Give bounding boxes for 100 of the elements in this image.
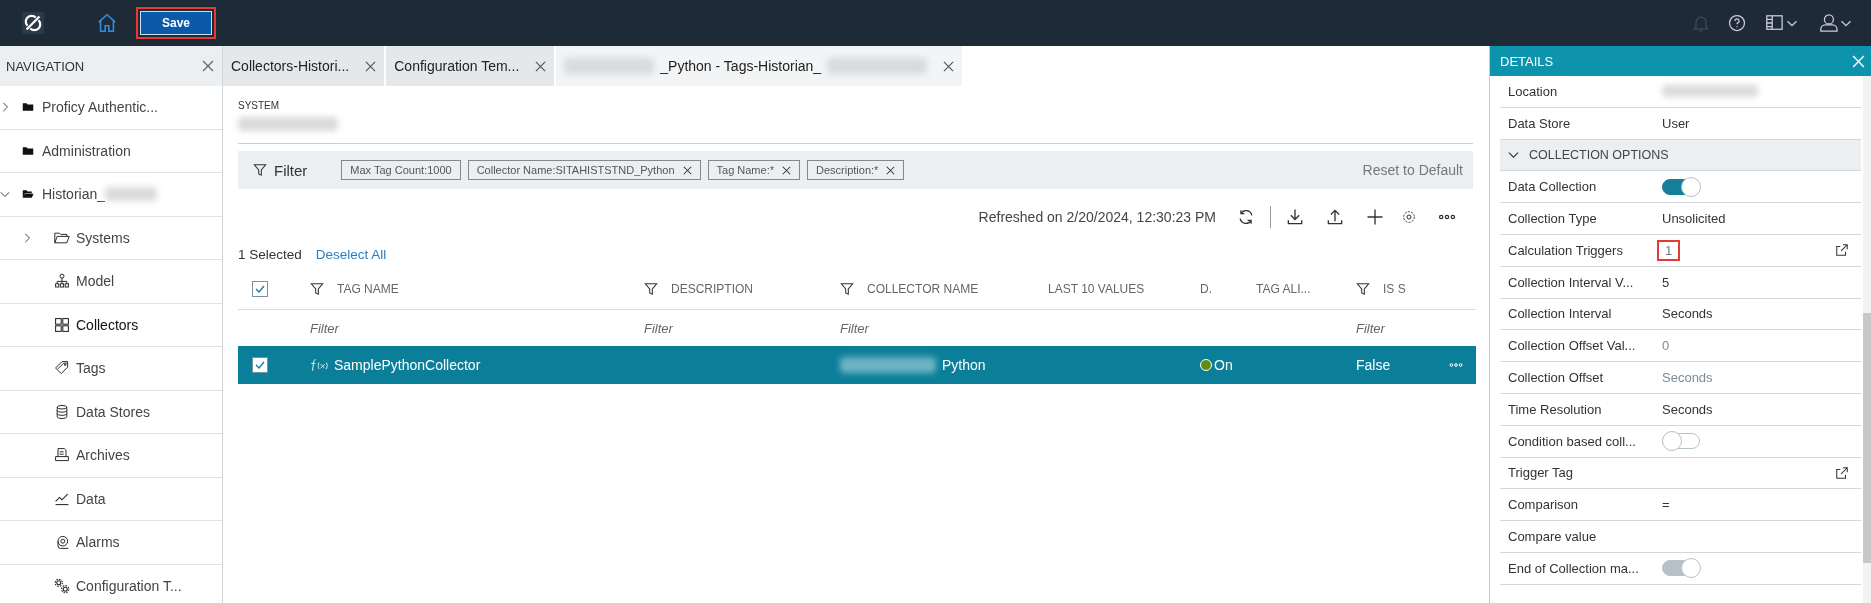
chevron-right-icon[interactable]	[0, 101, 10, 114]
close-icon[interactable]	[535, 60, 547, 72]
function-icon	[310, 358, 328, 372]
filter-icon[interactable]	[253, 163, 267, 177]
toggle-switch[interactable]	[1662, 433, 1700, 450]
open-folder-icon	[22, 188, 34, 201]
nav-item[interactable]: Systems	[0, 216, 222, 260]
close-icon[interactable]	[943, 60, 955, 72]
nav-label: Model	[76, 273, 115, 290]
help-icon[interactable]	[1727, 13, 1747, 33]
column-header[interactable]: DESCRIPTION	[671, 282, 753, 296]
refresh-timestamp: Refreshed on 2/20/2024, 12:30:23 PM	[978, 209, 1216, 225]
database-icon	[54, 403, 70, 420]
nav-label: Archives	[76, 447, 130, 464]
toggle-switch[interactable]	[1662, 178, 1700, 195]
upload-icon[interactable]	[1325, 207, 1345, 227]
column-header[interactable]: COLLECTOR NAME	[867, 282, 979, 296]
alarm-icon	[54, 534, 70, 551]
archive-icon	[54, 447, 70, 464]
property-label: Data Store	[1508, 115, 1572, 131]
remove-icon[interactable]	[886, 165, 896, 175]
column-header[interactable]: LAST 10 VALUES	[1048, 282, 1145, 296]
property-value: =	[1661, 496, 1671, 514]
nav-label: Systems	[76, 229, 130, 246]
column-header[interactable]: TAG NAME	[337, 282, 399, 296]
folder-icon	[22, 144, 34, 157]
property-label: Calculation Triggers	[1508, 242, 1624, 258]
logo-icon[interactable]	[22, 12, 44, 34]
nav-item[interactable]: Alarms	[0, 521, 222, 565]
nav-label: Historian_	[42, 186, 106, 203]
filter-icon[interactable]	[644, 282, 658, 296]
chevron-down-icon[interactable]	[1508, 149, 1519, 161]
nav-item[interactable]: Data	[0, 477, 222, 521]
nav-item[interactable]: Collectors	[0, 303, 222, 347]
nav-item[interactable]: Model	[0, 260, 222, 304]
filter-field[interactable]: Filter	[644, 320, 832, 336]
add-icon[interactable]	[1365, 207, 1385, 227]
property-label: Trigger Tag	[1508, 465, 1575, 481]
nav-label: Tags	[76, 360, 106, 377]
home-icon[interactable]	[96, 12, 118, 34]
nav-label: Configuration T...	[76, 577, 182, 594]
nav-item[interactable]: Proficy Authentic...	[0, 86, 222, 130]
nav-label: Alarms	[76, 534, 120, 551]
property-label: Location	[1508, 83, 1559, 99]
grid-icon	[54, 316, 70, 333]
tab[interactable]: _Python - Tags-Historian_	[556, 46, 963, 86]
save-button[interactable]: Save	[136, 7, 217, 39]
nav-item[interactable]: Configuration T...	[0, 564, 222, 603]
remove-icon[interactable]	[782, 165, 791, 175]
nav-item[interactable]: Data Stores	[0, 390, 222, 434]
close-icon[interactable]	[202, 60, 214, 72]
table-cell: False	[1356, 357, 1391, 373]
tag-icon	[54, 360, 70, 377]
filter-icon[interactable]	[840, 282, 854, 296]
checkmark-icon	[254, 283, 266, 295]
nav-label: Data	[76, 490, 106, 507]
property-value: User	[1661, 114, 1691, 132]
column-header[interactable]: TAG ALI...	[1256, 282, 1311, 296]
tab[interactable]: Configuration Tem...	[386, 46, 555, 86]
folder-icon	[22, 101, 34, 114]
panel-title: DETAILS	[1500, 53, 1555, 69]
property-label: Time Resolution	[1508, 401, 1603, 417]
reset-link[interactable]: Reset to Default	[1362, 162, 1463, 178]
nav-item[interactable]: Tags	[0, 347, 222, 391]
section-header[interactable]: COLLECTION OPTIONS	[1500, 139, 1861, 172]
property-label: Collection Offset	[1508, 370, 1605, 386]
scrollbar[interactable]	[1863, 76, 1871, 603]
filter-field[interactable]: Filter	[840, 320, 1040, 336]
settings-icon[interactable]	[1401, 209, 1417, 225]
nav-item[interactable]: Administration	[0, 129, 222, 173]
chevron-right-icon[interactable]	[22, 231, 32, 244]
scrollbar-thumb[interactable]	[1863, 313, 1871, 563]
deselect-all-link[interactable]: Deselect All	[315, 246, 387, 262]
filter-chip[interactable]: Max Tag Count:1000	[341, 160, 461, 180]
filter-chip[interactable]: Collector Name:SITAHISTSTND_Python	[467, 160, 701, 180]
filter-field[interactable]: Filter	[310, 320, 636, 336]
select-all-checkbox[interactable]	[252, 281, 268, 297]
nav-item[interactable]: Archives	[0, 434, 222, 478]
tab-label: Configuration Tem...	[394, 58, 520, 74]
filter-chip[interactable]: Tag Name:*	[707, 160, 800, 180]
filter-icon[interactable]	[310, 282, 324, 296]
property-label: Collection Interval	[1508, 306, 1613, 322]
property-label: Comparison	[1508, 497, 1580, 513]
column-header[interactable]: D.	[1200, 282, 1212, 296]
column-header[interactable]: IS S	[1383, 282, 1406, 296]
table-cell: SamplePythonCollector	[334, 357, 481, 373]
tab[interactable]: Collectors-Histori...	[223, 46, 385, 86]
remove-icon[interactable]	[682, 165, 692, 175]
nav-item[interactable]: Historian_	[0, 173, 222, 217]
filter-field[interactable]: Filter	[1356, 320, 1428, 336]
external-link-icon[interactable]	[1835, 243, 1849, 258]
close-icon[interactable]	[365, 60, 377, 72]
filter-chip[interactable]: Description:*	[807, 160, 905, 180]
nav-label: Administration	[42, 142, 131, 159]
download-icon[interactable]	[1285, 207, 1305, 227]
table-row[interactable]: SamplePythonCollector Python On False	[238, 346, 1476, 384]
external-link-icon[interactable]	[1835, 465, 1849, 480]
filter-label: Filter	[274, 161, 308, 179]
filter-icon[interactable]	[1356, 282, 1370, 296]
row-checkbox[interactable]	[252, 357, 268, 373]
